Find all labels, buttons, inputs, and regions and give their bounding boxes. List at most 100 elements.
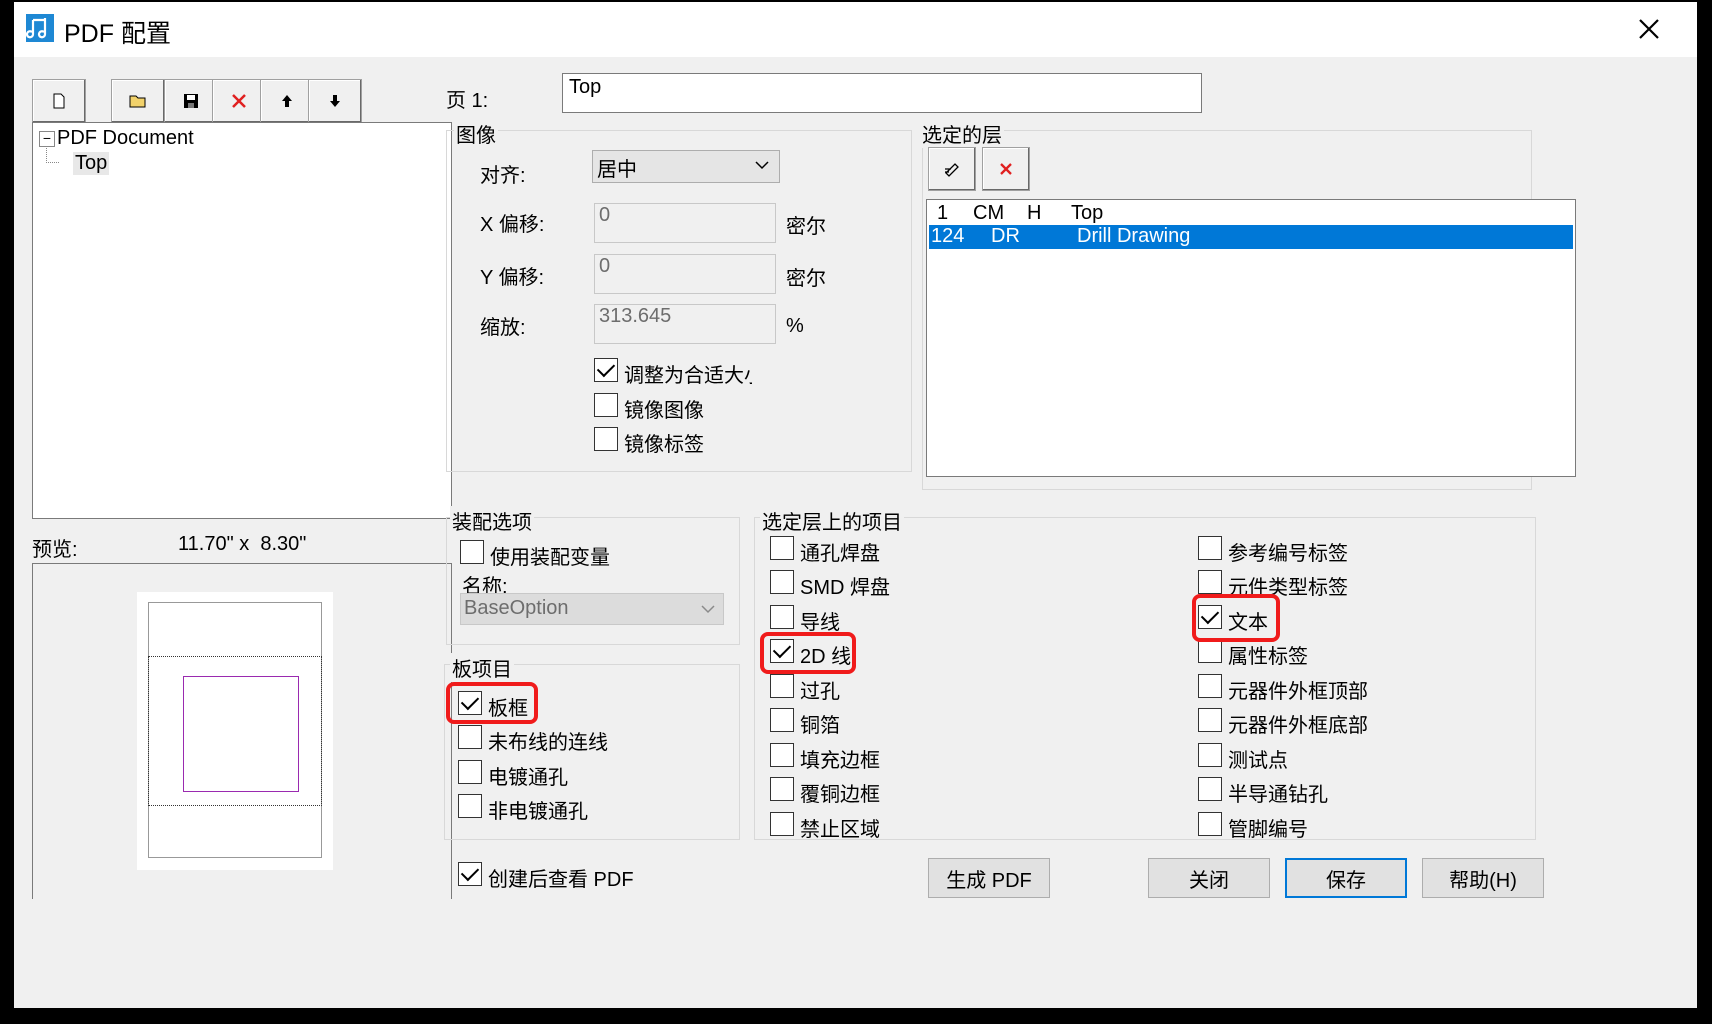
save-disk-icon xyxy=(184,94,198,108)
layer-item-label: 参考编号标签 xyxy=(1228,543,1348,565)
preview-board-outline xyxy=(183,676,299,792)
layer-item-label: 属性标签 xyxy=(1228,646,1308,668)
outline-top-checkbox[interactable] xyxy=(1198,674,1222,698)
layer-item-label: 导线 xyxy=(800,612,840,634)
preview-panel xyxy=(32,563,452,899)
copper-checkbox[interactable] xyxy=(770,708,794,732)
layer-num: 1 xyxy=(937,202,949,224)
pdf-config-dialog: PDF 配置 − PDF Document Top 页 1: Top 图像 对齐… xyxy=(14,2,1697,1008)
view-after-create-checkbox[interactable] xyxy=(458,862,482,886)
page-label: 页 1: xyxy=(446,90,489,112)
tree-expander-icon[interactable]: − xyxy=(39,131,55,147)
selected-layers-title: 选定的层 xyxy=(920,119,1004,148)
move-down-button[interactable] xyxy=(308,79,362,123)
move-up-button[interactable] xyxy=(260,79,314,123)
variant-name-select[interactable]: BaseOption xyxy=(460,593,724,625)
pour-border-checkbox[interactable] xyxy=(770,777,794,801)
save-button-toolbar[interactable] xyxy=(164,79,218,123)
fill-border-checkbox[interactable] xyxy=(770,743,794,767)
x-offset-input[interactable]: 0 xyxy=(594,203,776,243)
chevron-down-icon xyxy=(755,161,769,170)
window-title: PDF 配置 xyxy=(64,20,171,48)
x-offset-unit: 密尔 xyxy=(786,216,826,238)
test-point-checkbox[interactable] xyxy=(1198,743,1222,767)
smd-pad-checkbox[interactable] xyxy=(770,570,794,594)
document-tree[interactable]: − PDF Document Top xyxy=(32,122,452,519)
help-button[interactable]: 帮助(H) xyxy=(1422,858,1544,898)
layer-flag: H xyxy=(1027,202,1042,224)
y-offset-input[interactable]: 0 xyxy=(594,254,776,294)
image-group-title: 图像 xyxy=(454,119,498,148)
open-folder-icon xyxy=(129,95,146,108)
layer-row-2-selected[interactable]: 124 DR Drill Drawing xyxy=(929,225,1573,249)
app-icon xyxy=(25,14,54,42)
layer-items-title: 选定层上的项目 xyxy=(760,506,904,535)
layer-item-label: 元器件外框底部 xyxy=(1228,715,1368,737)
assembly-group-title: 装配选项 xyxy=(450,506,534,535)
remove-layer-button[interactable] xyxy=(982,147,1030,191)
layer-item-label: SMD 焊盘 xyxy=(800,577,890,599)
page-name-input[interactable]: Top xyxy=(562,73,1202,113)
open-button[interactable] xyxy=(111,79,165,123)
align-value: 居中 xyxy=(597,159,637,181)
edit-layers-icon xyxy=(945,163,959,177)
outline-bottom-checkbox[interactable] xyxy=(1198,708,1222,732)
board-item-label: 电镀通孔 xyxy=(488,767,568,789)
highlight-text xyxy=(1192,594,1280,642)
save-button[interactable]: 保存 xyxy=(1285,858,1407,898)
layer-code: DR xyxy=(991,225,1020,247)
plated-holes-checkbox[interactable] xyxy=(458,760,482,784)
via-checkbox[interactable] xyxy=(770,674,794,698)
variant-name-value: BaseOption xyxy=(464,597,569,619)
delete-x-icon xyxy=(1000,163,1012,175)
part-type-label-checkbox[interactable] xyxy=(1198,570,1222,594)
move-down-icon xyxy=(330,95,340,107)
non-plated-holes-checkbox[interactable] xyxy=(458,794,482,818)
y-offset-unit: 密尔 xyxy=(786,268,826,290)
new-button[interactable] xyxy=(32,79,86,123)
delete-x-icon xyxy=(232,94,246,108)
mirror-label-checkbox[interactable] xyxy=(594,427,618,451)
tree-root[interactable]: PDF Document xyxy=(57,127,194,150)
layers-list[interactable]: 1 CM H Top 124 DR Drill Drawing xyxy=(926,199,1576,477)
close-icon[interactable] xyxy=(1634,14,1664,44)
preview-label: 预览: xyxy=(32,539,78,561)
new-document-icon xyxy=(53,93,65,109)
layer-item-label: 管脚编号 xyxy=(1228,819,1308,841)
layer-item-label: 半导通钻孔 xyxy=(1228,784,1328,806)
mirror-image-label: 镜像图像 xyxy=(624,400,704,422)
x-offset-label: X 偏移: xyxy=(480,214,545,236)
ref-des-label-checkbox[interactable] xyxy=(1198,536,1222,560)
scale-input[interactable]: 313.645 xyxy=(594,304,776,344)
chevron-down-icon xyxy=(701,605,715,614)
close-button[interactable]: 关闭 xyxy=(1148,858,1270,898)
title-bar: PDF 配置 xyxy=(14,2,1697,57)
use-variant-checkbox[interactable] xyxy=(460,540,484,564)
through-pad-checkbox[interactable] xyxy=(770,536,794,560)
align-label: 对齐: xyxy=(480,165,526,187)
layer-name: Top xyxy=(1071,202,1104,224)
pin-number-checkbox[interactable] xyxy=(1198,812,1222,836)
fit-size-checkbox[interactable] xyxy=(594,358,618,382)
move-up-icon xyxy=(282,95,292,107)
unrouted-checkbox[interactable] xyxy=(458,725,482,749)
use-variant-label: 使用装配变量 xyxy=(490,547,610,569)
generate-pdf-button[interactable]: 生成 PDF xyxy=(928,858,1050,898)
tree-child[interactable]: Top xyxy=(73,152,110,175)
layer-item-label: 禁止区域 xyxy=(800,819,880,841)
layer-item-label: 测试点 xyxy=(1228,750,1288,772)
highlight-2d-line xyxy=(760,632,856,674)
layer-item-label: 填充边框 xyxy=(800,750,880,772)
trace-checkbox[interactable] xyxy=(770,605,794,629)
attribute-label-checkbox[interactable] xyxy=(1198,639,1222,663)
layer-row-1[interactable]: 1 CM H Top xyxy=(927,202,1575,226)
keepout-checkbox[interactable] xyxy=(770,812,794,836)
partial-via-checkbox[interactable] xyxy=(1198,777,1222,801)
delete-button-toolbar[interactable] xyxy=(212,79,266,123)
align-select[interactable]: 居中 xyxy=(592,150,780,183)
layer-num: 124 xyxy=(931,225,965,247)
scale-label: 缩放: xyxy=(480,317,526,339)
layer-item-label: 覆铜边框 xyxy=(800,784,880,806)
edit-layer-button[interactable] xyxy=(928,147,976,191)
mirror-image-checkbox[interactable] xyxy=(594,393,618,417)
